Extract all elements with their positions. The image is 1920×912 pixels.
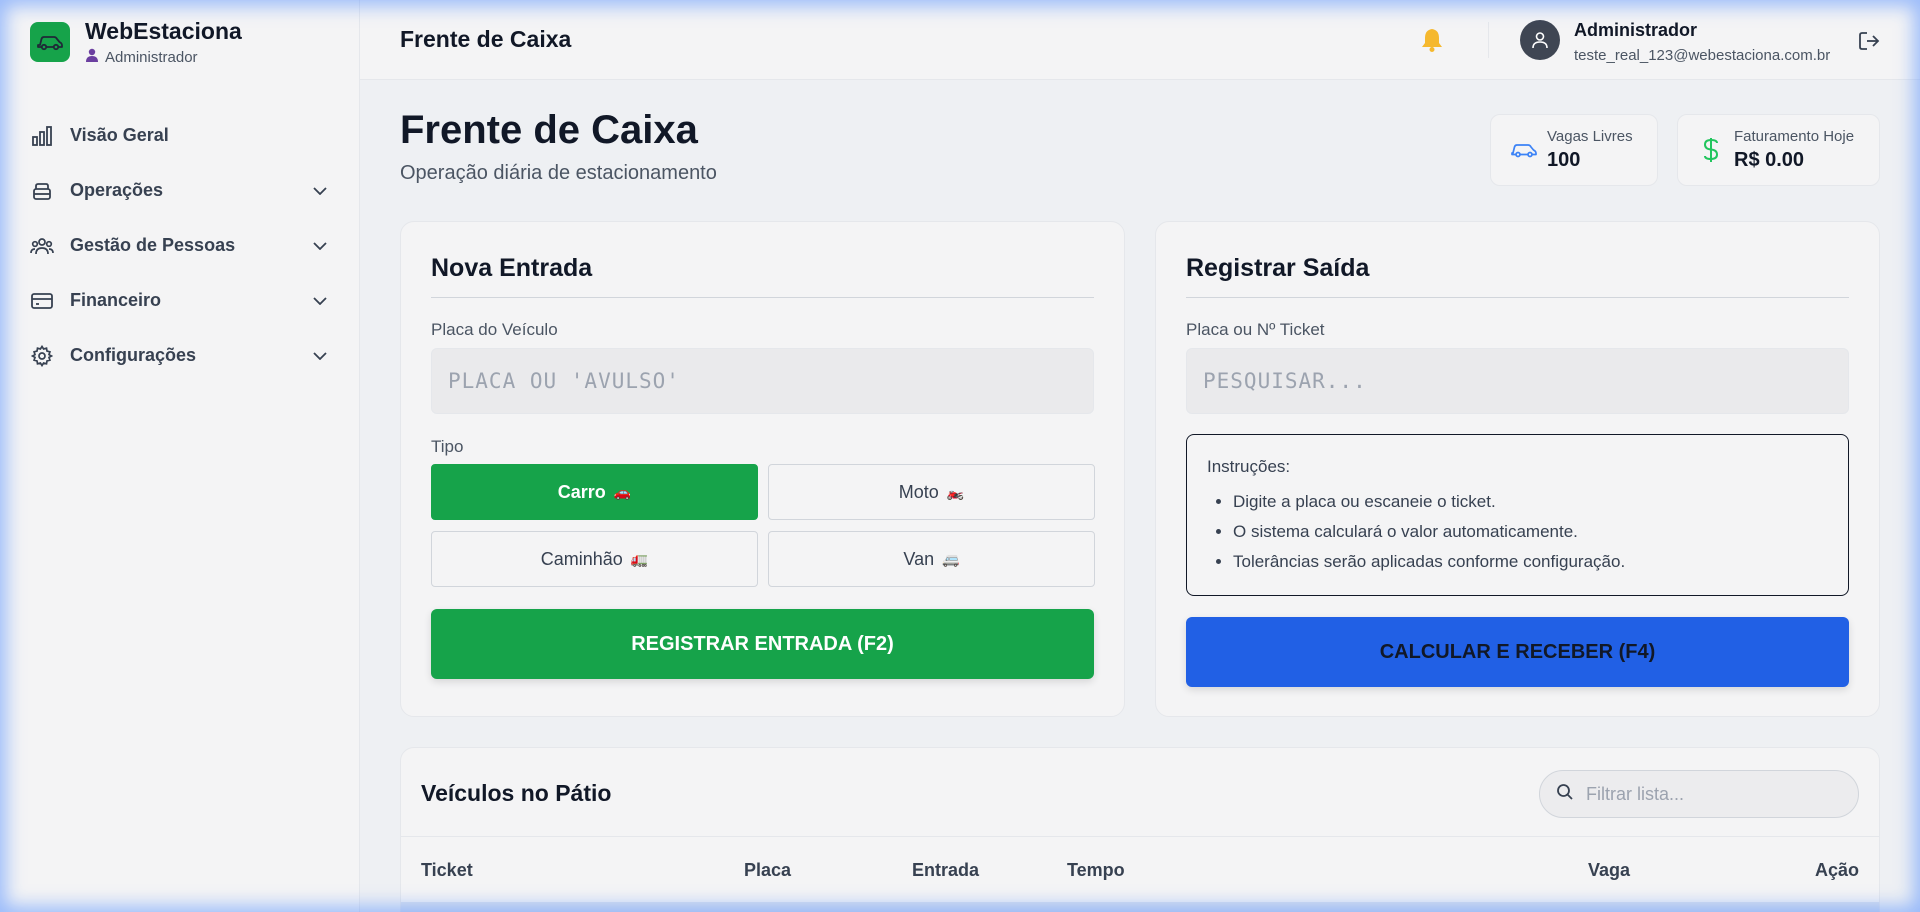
sidebar-nav: Visão Geral Operações Gestão de Pessoas — [30, 108, 330, 383]
sidebar-item-visao-geral[interactable]: Visão Geral — [30, 108, 330, 163]
instructions-box: Instruções: Digite a placa ou escaneie o… — [1186, 434, 1849, 596]
sidebar-item-label: Configurações — [70, 345, 197, 365]
car-icon — [1511, 137, 1537, 163]
placa-label: Placa do Veículo — [431, 320, 558, 339]
filter-input[interactable] — [1586, 783, 1846, 805]
divider — [431, 297, 1094, 298]
dollar-icon — [1698, 137, 1724, 163]
logout-icon[interactable] — [1856, 28, 1882, 54]
chevron-down-icon[interactable] — [310, 291, 330, 311]
type-label: Carro — [557, 481, 606, 502]
column-header-placa[interactable]: Placa — [744, 860, 791, 881]
table-row — [401, 902, 1879, 912]
stat-value: 100 — [1547, 149, 1581, 171]
stat-vagas-livres: Vagas Livres 100 — [1490, 114, 1658, 186]
card-title: Registrar Saída — [1186, 254, 1370, 282]
user-info: Administrador teste_real_123@webestacion… — [1574, 20, 1830, 64]
sidebar-item-label: Visão Geral — [70, 125, 169, 145]
bell-icon[interactable] — [1418, 26, 1446, 54]
stat-value: R$ 0.00 — [1734, 149, 1805, 171]
page-title: Frente de Caixa — [400, 108, 698, 152]
placa-input[interactable] — [431, 348, 1094, 414]
car-icon: 🚗 — [613, 483, 632, 500]
stat-label: Faturamento Hoje — [1734, 128, 1855, 145]
type-moto-button[interactable]: Moto 🏍️ — [768, 464, 1095, 520]
sidebar-item-configuracoes[interactable]: Configurações — [30, 328, 330, 383]
header-divider — [1488, 22, 1489, 58]
table-title: Veículos no Pátio — [421, 780, 612, 806]
sidebar-item-label: Gestão de Pessoas — [70, 235, 236, 255]
page-subtitle: Operação diária de estacionamento — [400, 162, 717, 184]
chevron-down-icon[interactable] — [310, 181, 330, 201]
instruction-item: Digite a placa ou escaneie o ticket. — [1233, 487, 1828, 517]
filter-field[interactable] — [1539, 770, 1859, 818]
sidebar-item-label: Financeiro — [70, 290, 162, 310]
instruction-item: Tolerâncias serão aplicadas conforme con… — [1233, 547, 1828, 577]
type-label: Caminhão — [540, 548, 623, 569]
sidebar-item-label: Operações — [70, 180, 164, 200]
brand-name: WebEstaciona — [85, 18, 242, 44]
card-title: Nova Entrada — [431, 254, 593, 282]
header-title: Frente de Caixa — [400, 26, 572, 52]
stat-label: Vagas Livres — [1547, 128, 1633, 145]
type-label: Moto — [898, 481, 939, 502]
instructions-title: Instruções: — [1207, 457, 1291, 476]
column-header-vaga[interactable]: Vaga — [1588, 860, 1630, 881]
tipo-label: Tipo — [431, 437, 464, 456]
users-icon — [30, 234, 54, 258]
user-email: teste_real_123@webestaciona.com.br — [1574, 47, 1831, 64]
type-carro-button[interactable]: Carro 🚗 — [431, 464, 758, 520]
chart-bar-icon — [30, 124, 54, 148]
column-header-acao[interactable]: Ação — [1815, 860, 1859, 881]
calcular-receber-button[interactable]: CALCULAR E RECEBER (F4) — [1186, 617, 1849, 687]
instructions-list: Digite a placa ou escaneie o ticket. O s… — [1207, 487, 1828, 577]
type-van-button[interactable]: Van 🚐 — [768, 531, 1095, 587]
sidebar-item-operacoes[interactable]: Operações — [30, 163, 330, 218]
card-icon — [30, 289, 54, 313]
brand-role-label: Administrador — [105, 48, 198, 66]
car-icon — [30, 22, 70, 62]
truck-icon: 🚛 — [630, 550, 649, 567]
search-icon — [1556, 783, 1574, 806]
type-caminhao-button[interactable]: Caminhão 🚛 — [431, 531, 758, 587]
type-label: Van — [903, 548, 935, 569]
user-icon — [85, 48, 99, 66]
column-header-ticket[interactable]: Ticket — [421, 860, 473, 881]
avatar[interactable] — [1520, 20, 1560, 60]
brand[interactable]: WebEstaciona Administrador — [30, 18, 242, 66]
ticket-search-input[interactable] — [1186, 348, 1849, 414]
nova-entrada-card: Nova Entrada Placa do Veículo Tipo Carro… — [400, 221, 1125, 717]
top-bar: Frente de Caixa Administrador teste_real… — [360, 0, 1920, 80]
divider — [1186, 297, 1849, 298]
user-name: Administrador — [1574, 20, 1698, 40]
divider — [401, 836, 1879, 837]
registrar-saida-card: Registrar Saída Placa ou Nº Ticket Instr… — [1155, 221, 1880, 717]
column-header-entrada[interactable]: Entrada — [912, 860, 979, 881]
chevron-down-icon[interactable] — [310, 346, 330, 366]
chevron-down-icon[interactable] — [310, 236, 330, 256]
motorcycle-icon: 🏍️ — [946, 483, 965, 500]
search-label: Placa ou Nº Ticket — [1186, 320, 1325, 339]
gear-icon — [30, 344, 54, 368]
sidebar-item-financeiro[interactable]: Financeiro — [30, 273, 330, 328]
sidebar: WebEstaciona Administrador Visão Geral O… — [0, 0, 360, 912]
instruction-item: O sistema calculará o valor automaticame… — [1233, 517, 1828, 547]
veiculos-patio-card: Veículos no Pátio Ticket Placa Entrada T… — [400, 747, 1880, 912]
van-icon: 🚐 — [942, 550, 960, 567]
stat-faturamento-hoje: Faturamento Hoje R$ 0.00 — [1677, 114, 1880, 186]
column-header-tempo[interactable]: Tempo — [1067, 860, 1125, 881]
registrar-entrada-button[interactable]: REGISTRAR ENTRADA (F2) — [431, 609, 1094, 679]
brand-role: Administrador — [85, 48, 242, 66]
sidebar-item-gestao-pessoas[interactable]: Gestão de Pessoas — [30, 218, 330, 273]
layers-icon — [30, 179, 54, 203]
